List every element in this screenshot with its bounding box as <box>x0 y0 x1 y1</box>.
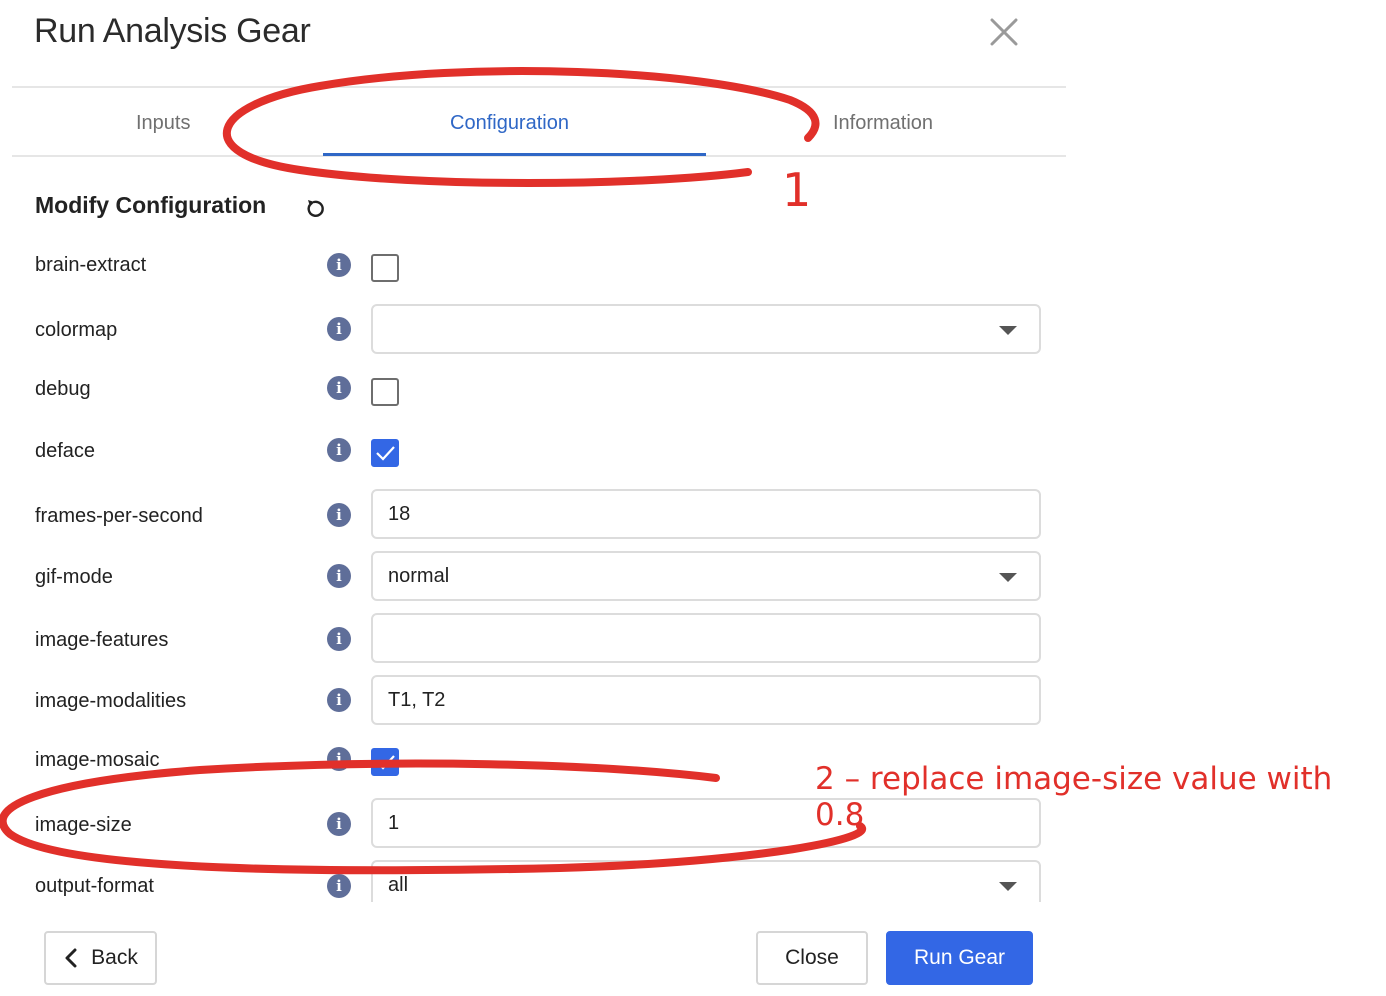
info-icon[interactable]: i <box>327 747 351 771</box>
close-button[interactable]: Close <box>756 931 868 985</box>
tab-information[interactable]: Information <box>833 112 933 135</box>
info-icon[interactable]: i <box>327 253 351 277</box>
chevron-left-icon <box>65 948 77 968</box>
field-label-output-format: output-format <box>35 875 154 897</box>
image-features-input[interactable] <box>371 613 1041 663</box>
info-icon[interactable]: i <box>327 688 351 712</box>
header-divider <box>12 86 1066 88</box>
info-icon[interactable]: i <box>327 627 351 651</box>
output-format-select-value: all <box>388 874 409 896</box>
chevron-down-icon <box>999 326 1017 335</box>
field-label-deface: deface <box>35 440 96 462</box>
field-label-image-mosaic: image-mosaic <box>35 749 160 771</box>
back-button-label: Back <box>91 946 138 969</box>
field-label-image-modalities: image-modalities <box>35 690 187 712</box>
info-icon[interactable]: i <box>327 503 351 527</box>
field-label-debug: debug <box>35 378 91 400</box>
checkmark-icon <box>376 446 395 461</box>
active-tab-indicator <box>323 153 706 156</box>
gif-mode-select[interactable]: normal <box>371 551 1041 601</box>
run-gear-button[interactable]: Run Gear <box>886 931 1033 985</box>
info-icon[interactable]: i <box>327 438 351 462</box>
tab-configuration[interactable]: Configuration <box>450 112 569 135</box>
image-modalities-input[interactable]: T1, T2 <box>371 675 1041 725</box>
field-label-brain-extract: brain-extract <box>35 254 147 276</box>
debug-checkbox[interactable] <box>371 378 399 406</box>
deface-checkbox[interactable] <box>371 439 399 467</box>
info-icon[interactable]: i <box>327 317 351 341</box>
field-label-frames-per-second: frames-per-second <box>35 505 203 527</box>
close-icon[interactable] <box>986 14 1022 50</box>
chevron-down-icon <box>999 573 1017 582</box>
colormap-select[interactable] <box>371 304 1041 354</box>
brain-extract-checkbox[interactable] <box>371 254 399 282</box>
scroll-clip-output-format: output-format i all <box>0 860 1070 902</box>
field-label-image-features: image-features <box>35 629 169 651</box>
info-icon[interactable]: i <box>327 376 351 400</box>
field-label-gif-mode: gif-mode <box>35 566 113 588</box>
output-format-select[interactable]: all <box>371 860 1041 902</box>
tab-inputs[interactable]: Inputs <box>136 112 190 135</box>
annotation-step-1: 1 <box>782 163 812 217</box>
field-label-image-size: image-size <box>35 814 132 836</box>
image-mosaic-checkbox[interactable] <box>371 748 399 776</box>
checkmark-icon <box>376 755 395 770</box>
info-icon[interactable]: i <box>327 564 351 588</box>
info-icon[interactable]: i <box>327 812 351 836</box>
info-icon[interactable]: i <box>327 874 351 898</box>
back-button[interactable]: Back <box>44 931 157 985</box>
dialog-title: Run Analysis Gear <box>34 12 311 50</box>
annotation-step-2: 2 – replace image-size value with 0.8 <box>815 761 1333 833</box>
section-title: Modify Configuration <box>35 192 267 218</box>
field-label-colormap: colormap <box>35 319 118 341</box>
reset-icon[interactable] <box>303 196 327 220</box>
frames-per-second-input[interactable]: 18 <box>371 489 1041 539</box>
chevron-down-icon <box>999 882 1017 891</box>
gif-mode-select-value: normal <box>388 565 450 587</box>
